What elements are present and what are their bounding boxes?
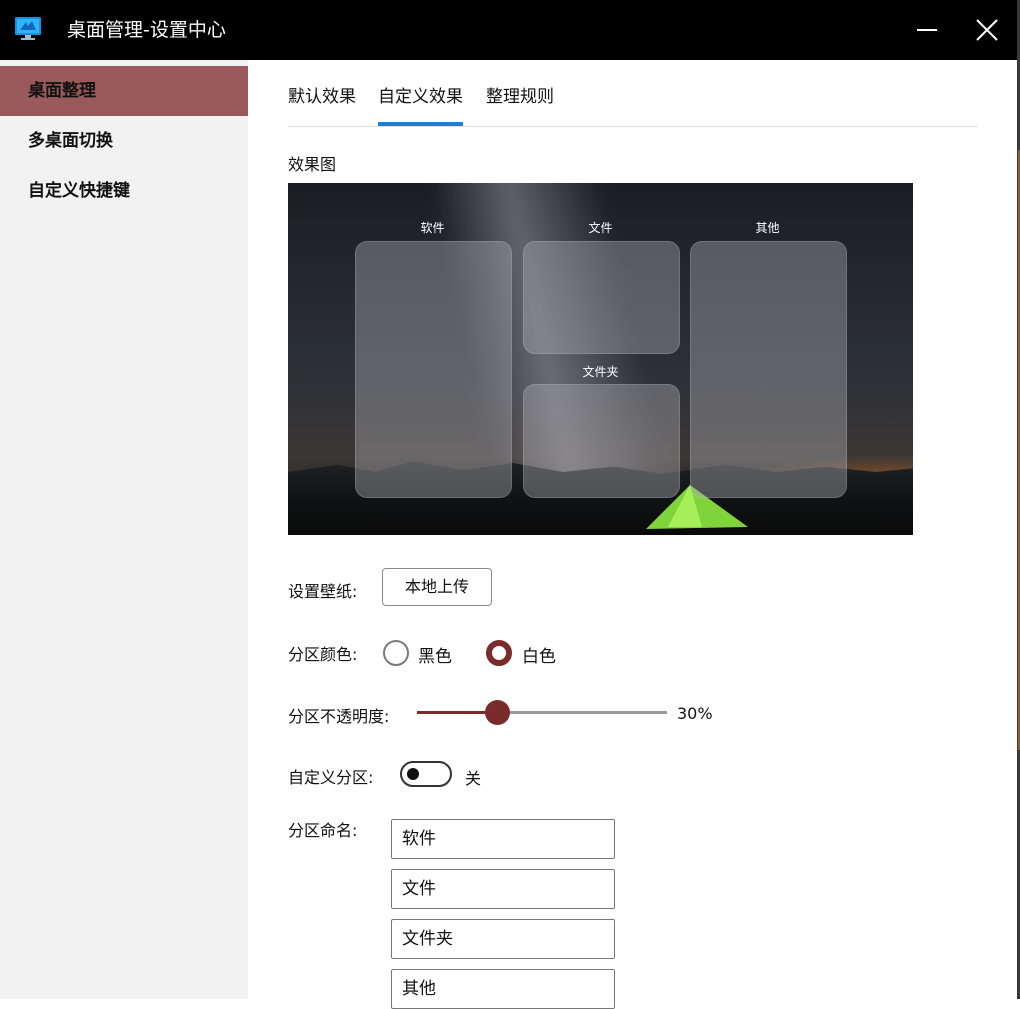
zone-files: [523, 241, 680, 354]
tab-bar: 默认效果 自定义效果 整理规则: [288, 60, 977, 127]
toggle-knob: [407, 768, 419, 780]
sidebar-item-label: 多桌面切换: [28, 131, 113, 151]
radio-white[interactable]: [486, 640, 512, 666]
sidebar-item-label: 自定义快捷键: [28, 181, 130, 201]
zone-name-input-software[interactable]: 软件: [391, 819, 615, 859]
zone-name-input-files[interactable]: 文件: [391, 869, 615, 909]
radio-black[interactable]: [383, 640, 409, 666]
title-bar: 桌面管理-设置中心: [0, 0, 1018, 60]
zone-title-software: 软件: [420, 221, 445, 235]
custom-zone-label: 自定义分区:: [288, 768, 374, 787]
tab-default-effect[interactable]: 默认效果: [288, 82, 356, 107]
window-title: 桌面管理-设置中心: [67, 19, 226, 41]
opacity-label: 分区不透明度:: [288, 707, 390, 726]
opacity-slider-track[interactable]: [497, 711, 667, 714]
sidebar-item-multi-desktop[interactable]: 多桌面切换: [0, 116, 248, 166]
zone-name-input-other[interactable]: 其他: [391, 969, 615, 1009]
sidebar-item-label: 桌面整理: [28, 81, 96, 101]
zone-other: [690, 241, 847, 498]
zone-title-other: 其他: [755, 221, 780, 235]
opacity-value: 30%: [677, 704, 713, 723]
tab-custom-effect[interactable]: 自定义效果: [378, 82, 463, 126]
custom-zone-state: 关: [465, 769, 482, 788]
radio-black-label[interactable]: 黑色: [418, 642, 452, 667]
minimize-button[interactable]: [907, 12, 947, 48]
sidebar-item-shortcuts[interactable]: 自定义快捷键: [0, 166, 248, 216]
upload-wallpaper-button[interactable]: 本地上传: [382, 568, 492, 606]
opacity-slider-thumb[interactable]: [485, 700, 510, 725]
zone-title-files: 文件: [588, 221, 613, 235]
desktop-app-icon: [15, 17, 41, 40]
wallpaper-label: 设置壁纸:: [288, 582, 358, 601]
zone-software: [355, 241, 512, 498]
radio-white-label[interactable]: 白色: [522, 642, 556, 667]
preview-image: 软件 文件 文件夹 其他: [288, 183, 913, 535]
custom-zone-toggle[interactable]: [400, 761, 452, 787]
sidebar: 桌面整理 多桌面切换 自定义快捷键: [0, 60, 248, 999]
zone-folders: [523, 384, 680, 498]
zone-title-folders: 文件夹: [582, 365, 619, 379]
close-icon[interactable]: [967, 10, 1007, 50]
zone-name-input-folders[interactable]: 文件夹: [391, 919, 615, 959]
tab-organize-rules[interactable]: 整理规则: [486, 82, 554, 107]
sidebar-item-desktop-organize[interactable]: 桌面整理: [0, 66, 248, 116]
preview-label: 效果图: [288, 155, 337, 174]
zone-color-label: 分区颜色:: [288, 645, 358, 664]
zone-names-label: 分区命名:: [288, 821, 358, 840]
